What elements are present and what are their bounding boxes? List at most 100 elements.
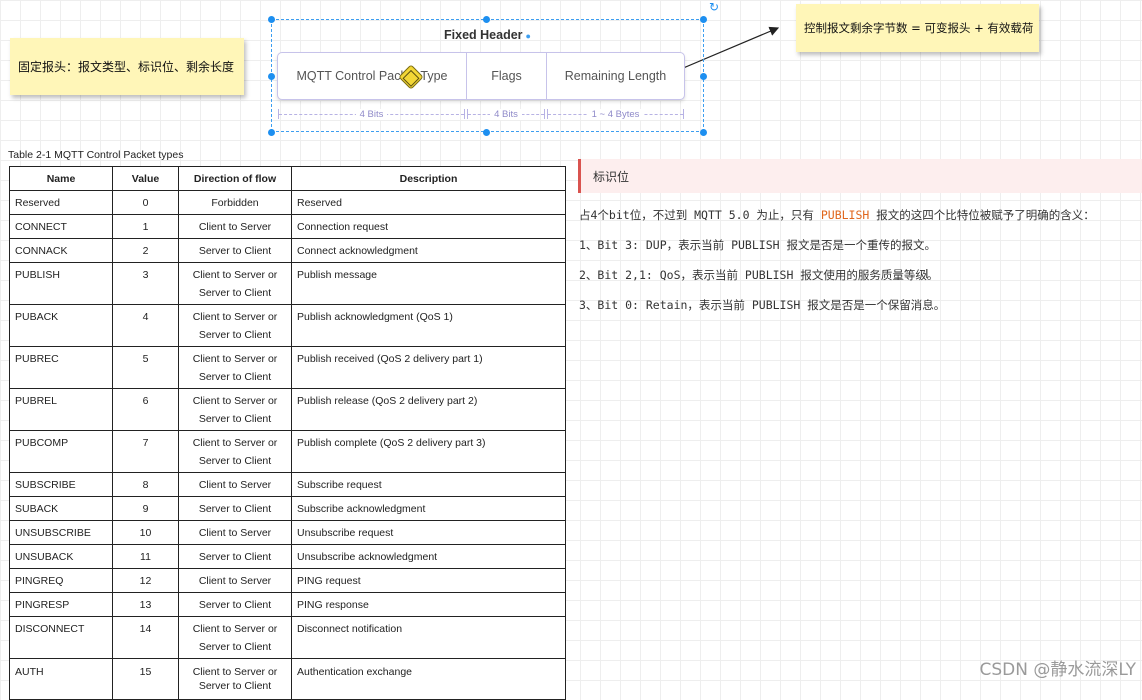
dimension-label: 1 ~ 4 Bytes bbox=[587, 108, 644, 120]
direction-line: Client to Server or bbox=[192, 311, 278, 323]
cell-description: Subscribe acknowledgment bbox=[291, 496, 566, 521]
field-label: Remaining Length bbox=[564, 69, 667, 83]
table-caption: Table 2-1 MQTT Control Packet types bbox=[8, 149, 184, 161]
resize-handle[interactable] bbox=[700, 129, 707, 136]
rotate-icon[interactable]: ↻ bbox=[709, 0, 719, 14]
cell-value: 10 bbox=[112, 520, 179, 545]
cell-direction: Client to Server or Server to Client bbox=[178, 616, 292, 659]
cell-value: 11 bbox=[112, 544, 179, 569]
callout-title: 标识位 bbox=[593, 169, 630, 184]
text-cursor-icon: I bbox=[925, 266, 929, 281]
cell-name: CONNACK bbox=[9, 238, 113, 263]
table-row: PUBLISH 3 Client to Server or Server to Cli… bbox=[9, 262, 566, 305]
packet-types-table: Name Value Direction of flow Description… bbox=[9, 166, 566, 700]
cell-name: UNSUBSCRIBE bbox=[9, 520, 113, 545]
resize-handle[interactable] bbox=[268, 16, 275, 23]
table-row: DISCONNECT 14 Client to Server or Server to… bbox=[9, 616, 566, 659]
cell-direction: Client to Server or Server to Client bbox=[178, 346, 292, 389]
direction-line: Server to Client bbox=[198, 329, 272, 341]
field-packet-type: MQTT Control Packet Type bbox=[278, 53, 467, 99]
field-label: Flags bbox=[491, 69, 522, 83]
cell-value: 5 bbox=[112, 346, 179, 389]
direction-line: Server to Client bbox=[198, 680, 272, 692]
table-row: PINGRESP 13 Server to Client PING response bbox=[9, 592, 566, 617]
cell-name: PINGREQ bbox=[9, 568, 113, 593]
table-row: PINGREQ 12 Client to Server PING request bbox=[9, 568, 566, 593]
cell-value: 1 bbox=[112, 214, 179, 239]
cell-direction: Client to Server or Server to Client bbox=[178, 658, 292, 700]
table-row: Reserved 0 Forbidden Reserved bbox=[9, 190, 566, 215]
resize-handle[interactable] bbox=[483, 129, 490, 136]
cell-value: 12 bbox=[112, 568, 179, 593]
column-header-direction: Direction of flow bbox=[178, 166, 292, 191]
paragraph-intro: 占4个bit位，不过到 MQTT 5.0 为止，只有 PUBLISH 报文的这四… bbox=[579, 207, 1095, 223]
cell-value: 7 bbox=[112, 430, 179, 473]
cell-direction: Client to Server bbox=[178, 472, 292, 497]
cell-direction: Client to Server bbox=[178, 214, 292, 239]
column-header-value: Value bbox=[112, 166, 179, 191]
direction-line: Client to Server or bbox=[192, 269, 278, 281]
table-row: UNSUBSCRIBE 10 Client to Server Unsubscribe… bbox=[9, 520, 566, 545]
cell-description: Reserved bbox=[291, 190, 566, 215]
resize-handle[interactable] bbox=[268, 129, 275, 136]
table-row: CONNACK 2 Server to Client Connect acknowle… bbox=[9, 238, 566, 263]
dimension-row: 4 Bits 4 Bits 1 ~ 4 Bytes bbox=[277, 106, 685, 122]
dimension-label: 4 Bits bbox=[490, 108, 522, 120]
inline-code-publish: PUBLISH bbox=[820, 208, 870, 222]
cell-direction: Client to Server or Server to Client bbox=[178, 430, 292, 473]
cell-name: PUBLISH bbox=[9, 262, 113, 305]
cell-name: UNSUBACK bbox=[9, 544, 113, 569]
cell-description: Publish release (QoS 2 delivery part 2) bbox=[291, 388, 566, 431]
cell-name: SUBSCRIBE bbox=[9, 472, 113, 497]
cell-name: Reserved bbox=[9, 190, 113, 215]
cell-direction: Server to Client bbox=[178, 544, 292, 569]
cell-description: Publish message bbox=[291, 262, 566, 305]
direction-line: Client to Server or bbox=[192, 395, 278, 407]
cell-value: 15 bbox=[112, 658, 179, 700]
dimension-remaining-length: 1 ~ 4 Bytes bbox=[546, 106, 685, 122]
cell-description: Connection request bbox=[291, 214, 566, 239]
title-dot-icon: ● bbox=[525, 31, 531, 41]
direction-line: Client to Server or bbox=[192, 437, 278, 449]
direction-line: Client to Server or bbox=[192, 666, 278, 678]
table-row: AUTH 15 Client to Server or Server to Clien… bbox=[9, 658, 566, 700]
paragraph-text: 占4个bit位，不过到 MQTT 5.0 为止，只有 bbox=[579, 208, 821, 222]
fixed-header-box: MQTT Control Packet Type Flags Remaining… bbox=[277, 52, 685, 100]
direction-line: Server to Client bbox=[198, 455, 272, 467]
table-row: CONNECT 1 Client to Server Connection reque… bbox=[9, 214, 566, 239]
cell-description: Publish received (QoS 2 delivery part 1) bbox=[291, 346, 566, 389]
direction-line: Client to Server or bbox=[192, 353, 278, 365]
table-row: SUBSCRIBE 8 Client to Server Subscribe requ… bbox=[9, 472, 566, 497]
table-header-row: Name Value Direction of flow Description bbox=[9, 166, 566, 191]
field-label: MQTT Control Packet Type bbox=[296, 69, 448, 83]
table-row: SUBACK 9 Server to Client Subscribe acknowl… bbox=[9, 496, 566, 521]
resize-handle[interactable] bbox=[483, 16, 490, 23]
dimension-flags: 4 Bits bbox=[466, 106, 546, 122]
cell-direction: Server to Client bbox=[178, 592, 292, 617]
table-row: PUBREC 5 Client to Server or Server to Clie… bbox=[9, 346, 566, 389]
resize-handle[interactable] bbox=[268, 73, 275, 80]
cell-name: PUBACK bbox=[9, 304, 113, 347]
resize-handle[interactable] bbox=[700, 73, 707, 80]
cell-description: Connect acknowledgment bbox=[291, 238, 566, 263]
column-header-description: Description bbox=[291, 166, 566, 191]
cell-name: CONNECT bbox=[9, 214, 113, 239]
column-header-name: Name bbox=[9, 166, 113, 191]
cell-direction: Server to Client bbox=[178, 238, 292, 263]
cell-value: 8 bbox=[112, 472, 179, 497]
cell-description: Publish acknowledgment (QoS 1) bbox=[291, 304, 566, 347]
resize-handle[interactable] bbox=[700, 16, 707, 23]
paragraph-text: 报文的这四个比特位被赋予了明确的含义： bbox=[869, 208, 1095, 222]
cell-name: DISCONNECT bbox=[9, 616, 113, 659]
cell-value: 6 bbox=[112, 388, 179, 431]
cell-name: PUBREC bbox=[9, 346, 113, 389]
cell-direction: Server to Client bbox=[178, 496, 292, 521]
cell-name: SUBACK bbox=[9, 496, 113, 521]
cell-direction: Client to Server bbox=[178, 568, 292, 593]
cell-direction: Forbidden bbox=[178, 190, 292, 215]
cell-description: Authentication exchange bbox=[291, 658, 566, 700]
cell-value: 13 bbox=[112, 592, 179, 617]
cell-value: 4 bbox=[112, 304, 179, 347]
cell-value: 14 bbox=[112, 616, 179, 659]
cell-value: 9 bbox=[112, 496, 179, 521]
